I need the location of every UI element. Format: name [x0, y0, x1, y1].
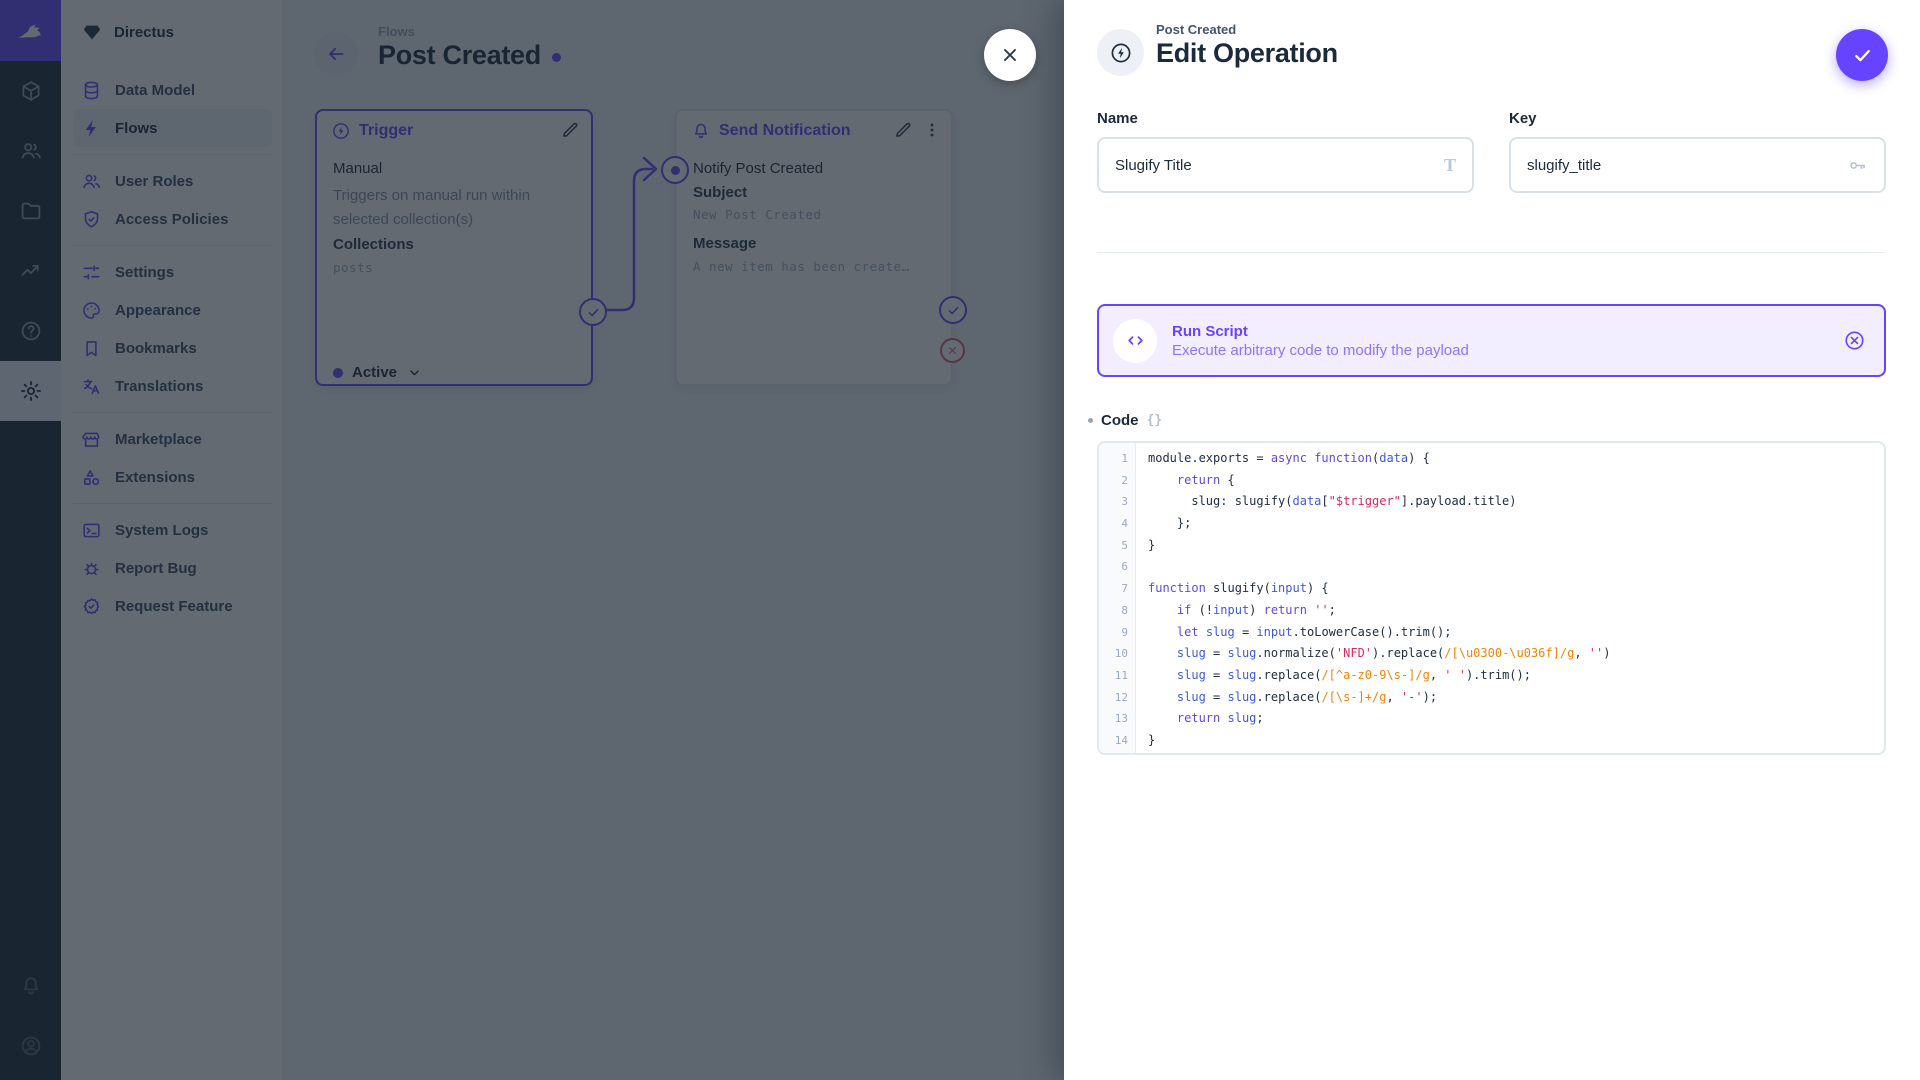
code-line: slug = slug.replace(/[\s-]+/g, '-'); — [1148, 687, 1884, 709]
name-input-value: Slugify Title — [1115, 157, 1444, 174]
code-field-label: Code — [1101, 412, 1139, 429]
code-line: } — [1148, 730, 1884, 752]
edited-indicator-dot — [1088, 418, 1093, 423]
code-line: return { — [1148, 470, 1884, 492]
line-number: 8 — [1099, 600, 1135, 622]
code-line — [1148, 556, 1884, 578]
drawer-overlay[interactable] — [0, 0, 1064, 1080]
code-line: slug = slug.replace(/[^a-z0-9\s-]/g, ' '… — [1148, 665, 1884, 687]
key-icon — [1847, 155, 1868, 176]
operation-type-subtitle: Execute arbitrary code to modify the pay… — [1172, 342, 1469, 359]
line-number: 3 — [1099, 491, 1135, 513]
code-line: slug = slug.normalize('NFD').replace(/[\… — [1148, 643, 1884, 665]
code-line: } — [1148, 535, 1884, 557]
edit-operation-drawer: Post Created Edit Operation Name Slugify… — [1064, 0, 1920, 1080]
operation-type-panel: Run Script Execute arbitrary code to mod… — [1097, 304, 1886, 377]
line-number: 2 — [1099, 470, 1135, 492]
app: Directus Data Model Flows User Roles Acc… — [0, 0, 1920, 1080]
line-number: 14 — [1099, 730, 1135, 752]
code-line: function slugify(input) { — [1148, 578, 1884, 600]
code-icon — [1125, 330, 1146, 351]
line-number: 13 — [1099, 708, 1135, 730]
code-line: module.exports = async function(data) { — [1148, 448, 1884, 470]
close-drawer-button[interactable] — [984, 29, 1036, 81]
operation-type-title: Run Script — [1172, 323, 1469, 340]
name-input[interactable]: Slugify Title T — [1097, 137, 1474, 193]
code-icon-circle — [1113, 319, 1157, 363]
title-icon: T — [1444, 155, 1456, 176]
close-icon — [999, 44, 1021, 66]
deselect-operation-type-button[interactable] — [1843, 329, 1866, 352]
braces-icon: {} — [1147, 413, 1163, 428]
code-line: slug: slugify(data["$trigger"].payload.t… — [1148, 491, 1884, 513]
key-input-value: slugify_title — [1527, 157, 1847, 174]
circle-x-icon — [1843, 329, 1866, 352]
code-line: if (!input) return ''; — [1148, 600, 1884, 622]
code-line: let slug = input.toLowerCase().trim(); — [1148, 622, 1884, 644]
line-number: 9 — [1099, 622, 1135, 644]
line-number: 4 — [1099, 513, 1135, 535]
operation-type-badge — [1097, 29, 1144, 76]
bolt-circle-icon — [1109, 41, 1133, 65]
line-number: 5 — [1099, 535, 1135, 557]
drawer-breadcrumb: Post Created — [1156, 22, 1338, 37]
check-icon — [1851, 44, 1874, 67]
key-input[interactable]: slugify_title — [1509, 137, 1886, 193]
line-number: 6 — [1099, 556, 1135, 578]
save-button[interactable] — [1836, 29, 1888, 81]
code-gutter: 1234567891011121314 — [1099, 443, 1136, 753]
code-editor[interactable]: 1234567891011121314 module.exports = asy… — [1097, 441, 1886, 755]
name-field-label: Name — [1097, 110, 1474, 127]
code-content: module.exports = async function(data) { … — [1136, 443, 1884, 753]
code-line: return slug; — [1148, 708, 1884, 730]
line-number: 12 — [1099, 687, 1135, 709]
line-number: 1 — [1099, 448, 1135, 470]
line-number: 10 — [1099, 643, 1135, 665]
line-number: 11 — [1099, 665, 1135, 687]
drawer-title: Edit Operation — [1156, 38, 1338, 69]
divider — [1097, 252, 1886, 253]
key-field-label: Key — [1509, 110, 1886, 127]
code-line: }; — [1148, 513, 1884, 535]
line-number: 7 — [1099, 578, 1135, 600]
